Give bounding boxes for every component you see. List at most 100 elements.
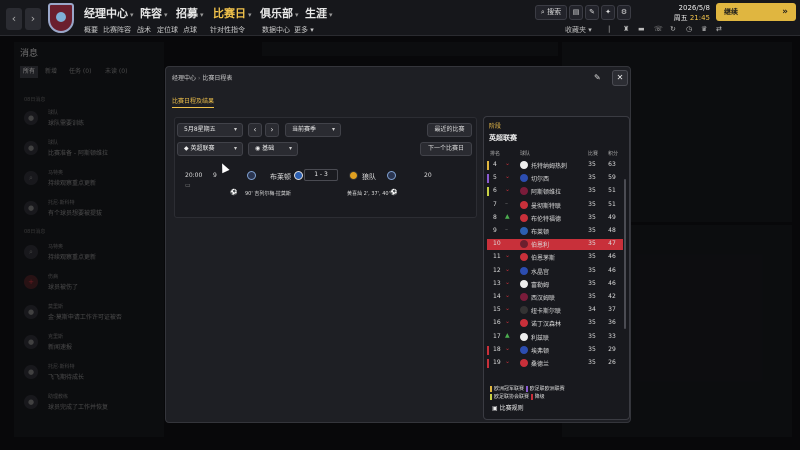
legend-row: 欧足联协会联赛 降级 (490, 393, 545, 400)
inbox-dropdown[interactable]: 收藏夹 ▾ (565, 25, 592, 35)
home-scorers: 90' 吉列尔梅·拉莫斯 (245, 191, 291, 197)
table-row[interactable]: 16 ⌄ 诺丁汉森林 35 36 (487, 318, 623, 329)
row-position: 15 (493, 306, 501, 314)
menu-career[interactable]: 生涯 ▾ (305, 5, 333, 21)
zone-marker (487, 333, 489, 342)
row-team-name[interactable]: 水晶宫 (531, 267, 549, 276)
menu-recruitment[interactable]: 招募 ▾ (176, 5, 204, 21)
menu-match-day[interactable]: 比赛日 ▾ (213, 5, 252, 21)
menu-manager-center[interactable]: 经理中心 ▾ (84, 5, 134, 21)
settings-button[interactable]: ⚙ (617, 5, 631, 20)
clock-icon[interactable]: ◷ (686, 25, 692, 33)
home-crest-icon (294, 171, 303, 180)
team-crest-icon (520, 213, 528, 222)
chevron-down-icon: ▾ (233, 126, 237, 133)
submenu-data-hub[interactable]: 数据中心 (262, 25, 290, 35)
movement-down-icon: ⌄ (505, 252, 511, 260)
competition-select[interactable]: ◆ 英超联赛 ▾ (177, 142, 243, 156)
forward-button[interactable]: › (25, 8, 41, 30)
stadium-icon[interactable]: ▬ (638, 25, 645, 33)
submenu-penalties[interactable]: 点球 (183, 25, 197, 35)
row-team-name[interactable]: 布莱顿 (531, 227, 549, 236)
table-row[interactable]: 13 ⌄ 富勒姆 35 46 (487, 279, 623, 290)
prev-date-button[interactable]: ‹ (248, 123, 262, 137)
team-crest-icon (520, 240, 528, 249)
row-points: 42 (608, 293, 616, 300)
refresh-icon[interactable]: ↻ (670, 25, 676, 33)
table-row[interactable]: 11 ⌄ 伯恩茅斯 35 46 (487, 252, 623, 263)
row-team-name[interactable]: 伯恩茅斯 (531, 253, 555, 262)
row-team-name[interactable]: 纽卡斯尔联 (531, 306, 561, 315)
search-button[interactable]: ⌕ 搜索 (535, 5, 567, 20)
phone-icon[interactable]: ☏ (654, 25, 663, 33)
notes-icon: ▤ (572, 8, 580, 16)
table-row[interactable]: 18 ⌄ 埃弗顿 35 29 (487, 345, 623, 356)
row-team-name[interactable]: 桑德兰 (531, 359, 549, 368)
table-row[interactable]: 5 ⌄ 切尔西 35 59 (487, 173, 623, 184)
shirt-icon[interactable]: ♜ (623, 25, 629, 33)
row-team-name[interactable]: 利兹联 (531, 333, 549, 342)
shortcut-button[interactable]: ✦ (601, 5, 615, 20)
row-team-name[interactable]: 切尔西 (531, 174, 549, 183)
row-points: 63 (608, 161, 616, 168)
row-team-name[interactable]: 曼彻斯特联 (531, 201, 561, 210)
match-score-button[interactable]: 1 - 3 (304, 169, 338, 181)
table-row[interactable]: 4 ⌄ 托特纳姆热刺 35 63 (487, 160, 623, 171)
row-points: 59 (608, 174, 616, 182)
next-date-button[interactable]: › (265, 123, 279, 137)
row-position: 12 (493, 266, 501, 274)
row-team-name[interactable]: 诺丁汉森林 (531, 319, 561, 328)
submenu-tactics[interactable]: 战术 (137, 25, 151, 35)
breadcrumb-manager-center[interactable]: 经理中心 (172, 75, 196, 82)
view-select[interactable]: ◉ 基础 ▾ (248, 142, 298, 156)
date-select[interactable]: 5月8星期五 ▾ (177, 123, 243, 137)
trophy-icon[interactable]: ♛ (701, 25, 707, 33)
continue-button[interactable]: 继续» (716, 3, 796, 21)
club-crest-icon[interactable] (48, 3, 74, 33)
away-team[interactable]: 狼队 (362, 172, 376, 182)
movement-down-icon: ⌄ (505, 160, 511, 167)
menu-club[interactable]: 俱乐部 ▾ (260, 5, 299, 21)
row-team-name[interactable]: 西汉姆联 (531, 293, 555, 302)
tab-fixtures-results[interactable]: 比赛日程及结果 (172, 96, 215, 108)
table-row[interactable]: 10 ⌄ 伯恩利 35 47 (487, 239, 623, 251)
close-icon: ✕ (616, 73, 624, 82)
edit-button[interactable]: ✎ (585, 5, 599, 20)
table-row[interactable]: 9 – 布莱顿 35 48 (487, 226, 623, 237)
table-row[interactable]: 15 ⌄ 纽卡斯尔联 34 37 (487, 305, 623, 316)
table-row[interactable]: 7– 曼彻斯特联 35 51 (487, 200, 623, 211)
menu-squad[interactable]: 阵容 ▾ (140, 5, 168, 21)
notes-button[interactable]: ▤ (569, 5, 583, 20)
home-team[interactable]: 布莱顿 (270, 172, 291, 182)
pencil-icon[interactable]: ✎ (594, 73, 601, 82)
breadcrumb: 经理中心 › 比赛日程表 (172, 75, 233, 82)
table-row[interactable]: 17 ▲ 利兹联 35 33 (487, 332, 623, 343)
row-position: 13 (493, 279, 501, 287)
table-row[interactable]: 8 ▲ 布伦特福德 35 49 (487, 213, 623, 224)
submenu-set-pieces[interactable]: 定位球 (157, 25, 178, 35)
back-button[interactable]: ‹ (6, 8, 22, 30)
row-team-name[interactable]: 埃弗顿 (531, 346, 549, 355)
next-matchday-button[interactable]: 下一个比赛日 (420, 142, 472, 156)
row-position: 14 (493, 293, 501, 300)
recent-matches-button[interactable]: 最近的比赛 (427, 123, 472, 137)
submenu-more[interactable]: 更多 ▾ (294, 25, 314, 35)
rules-button[interactable]: ▣ 比赛规则 (492, 402, 524, 416)
table-row[interactable]: 14 ⌄ 西汉姆联 35 42 (487, 292, 623, 303)
submenu-opposition-instructions[interactable]: 针对性指令 (210, 25, 245, 35)
row-team-name[interactable]: 布伦特福德 (531, 214, 561, 223)
table-scrollbar[interactable] (624, 179, 626, 329)
row-team-name[interactable]: 阿斯顿维拉 (531, 187, 561, 196)
table-row[interactable]: 19 ⌄ 桑德兰 35 26 (487, 358, 623, 369)
row-team-name[interactable]: 富勒姆 (531, 280, 549, 289)
table-row[interactable]: 12 ⌄ 水晶宫 35 46 (487, 266, 623, 277)
season-select[interactable]: 当前赛季 ▾ (285, 123, 341, 137)
row-position: 8 (493, 213, 497, 221)
submenu-overview[interactable]: 概要 (84, 25, 98, 35)
row-team-name[interactable]: 托特纳姆热刺 (531, 161, 567, 170)
row-team-name[interactable]: 伯恩利 (531, 240, 549, 249)
table-row[interactable]: 6 ⌄ 阿斯顿维拉 35 51 (487, 186, 623, 197)
close-button[interactable]: ✕ (612, 70, 628, 86)
arrows-icon[interactable]: ⇄ (716, 25, 722, 33)
submenu-match-squad[interactable]: 比赛阵容 (103, 25, 131, 35)
